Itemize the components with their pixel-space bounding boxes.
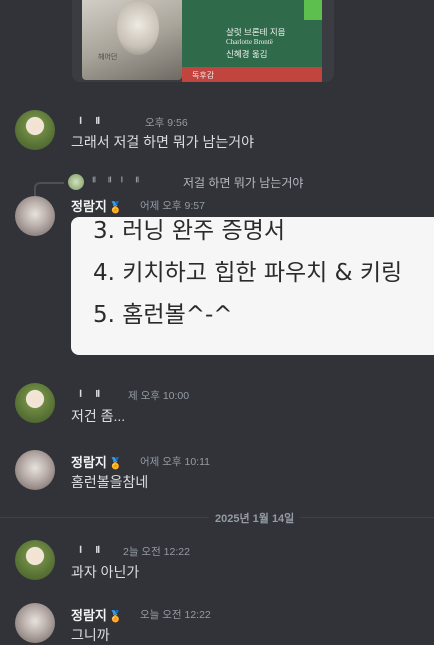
card-line: 5. 홈런볼^-^ [93, 302, 233, 328]
avatar[interactable] [15, 603, 55, 643]
avatar[interactable] [15, 540, 55, 580]
message-timestamp: 어제 오후 9:57 [140, 200, 205, 212]
avatar[interactable] [15, 383, 55, 423]
author-name[interactable]: 정람지 🏅 [71, 196, 123, 215]
portrait-face [117, 0, 159, 55]
image-attachment[interactable]: 헤어던 샬럿 브론테 지음 Charlotte Brontë 신혜경 옮김 독후… [72, 0, 334, 82]
message-timestamp: 어제 오후 10:11 [140, 456, 210, 468]
avatar[interactable] [15, 450, 55, 490]
image-attachment-card[interactable]: 3. 러닝 완주 증명서 4. 키치하고 힙한 파우치 & 키링 5. 홈런볼^… [71, 217, 434, 355]
date-divider-label: 2025년 1월 14일 [209, 510, 301, 526]
book-translator: 신혜경 옮김 [226, 49, 268, 59]
author-name[interactable]: ᅵ ᅵᅵ [71, 113, 102, 132]
book-portrait-image: 헤어던 [82, 0, 182, 80]
author-name-text: 정람지 [71, 455, 107, 470]
reply-author-name[interactable]: ᅵᅵ ᅵᅵᅵ ᅵᅵ [86, 174, 141, 190]
badge-icon: 🏅 [108, 202, 123, 214]
book-cover-panel: 샬럿 브론테 지음 Charlotte Brontë 신혜경 옮김 독후감 [182, 0, 322, 82]
message-text: 저건 좀... [71, 408, 126, 424]
message-timestamp: 오늘 오전 12:22 [140, 609, 211, 621]
message-timestamp: 제 오후 10:00 [128, 390, 190, 402]
card-line: 3. 러닝 완주 증명서 [93, 218, 285, 244]
message-text: 그래서 저걸 하면 뭐가 남는거야 [71, 134, 254, 150]
cover-stripe [304, 0, 322, 20]
portrait-caption: 헤어던 [98, 54, 118, 61]
message-text: 홈런볼을참네 [71, 474, 149, 490]
message-timestamp: 2늘 오전 12:22 [123, 546, 190, 558]
book-publisher: 독후감 [192, 71, 215, 80]
reply-connector [34, 182, 64, 196]
reply-preview-text[interactable]: 저걸 하면 뭐가 남는거야 [183, 174, 303, 191]
card-line: 4. 키치하고 힙한 파우치 & 키링 [93, 260, 403, 286]
message-text: 과자 아닌가 [71, 564, 140, 580]
author-name[interactable]: 정람지 🏅 [71, 452, 123, 471]
avatar[interactable] [15, 196, 55, 236]
message-timestamp: 오후 9:56 [145, 117, 188, 129]
cover-red-strip: 독후감 [182, 67, 322, 82]
message-text: 그니까 [71, 627, 110, 643]
author-name[interactable]: 정람지 🏅 [71, 605, 123, 624]
author-name[interactable]: ᅵ ᅵᅵ [71, 386, 102, 405]
reply-avatar[interactable] [68, 174, 84, 190]
author-name-text: 정람지 [71, 199, 107, 214]
author-name-text: 정람지 [71, 608, 107, 623]
badge-icon: 🏅 [108, 611, 123, 623]
book-author-ko: 샬럿 브론테 지음 [226, 27, 286, 37]
book-author-en: Charlotte Brontë [226, 38, 273, 46]
avatar[interactable] [15, 110, 55, 150]
author-name[interactable]: ᅵ ᅵᅵ [71, 542, 102, 561]
badge-icon: 🏅 [108, 458, 123, 470]
